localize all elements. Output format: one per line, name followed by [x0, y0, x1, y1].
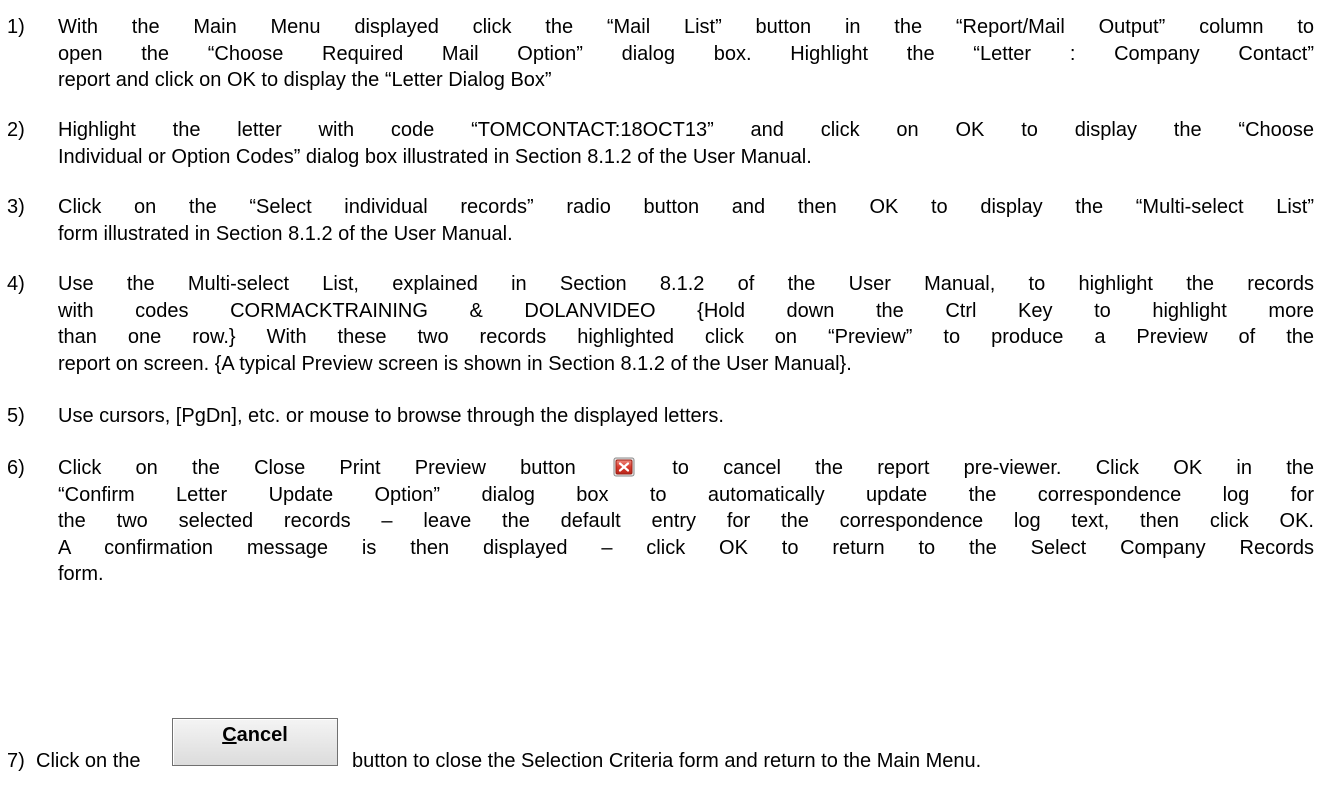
- text-line: report and click on OK to display the “L…: [58, 69, 552, 91]
- step-2: 2) Highlight the letter with code “TOMCO…: [0, 117, 1320, 170]
- step-text-after: button to close the Selection Criteria f…: [352, 748, 981, 775]
- text-segment: Click on the: [36, 750, 141, 772]
- text-line: Highlight the letter with code “TOMCONTA…: [58, 119, 1314, 141]
- step-number: 7): [7, 750, 25, 772]
- text-line: the two selected records – leave the def…: [58, 510, 1314, 532]
- close-icon: [613, 457, 635, 477]
- text-line: open the “Choose Required Mail Option” d…: [58, 42, 1314, 65]
- step-number: 1): [7, 16, 25, 38]
- step-number: 6): [7, 457, 25, 479]
- step-text: Click on the Close Print Preview button …: [58, 455, 1314, 588]
- text-line: Individual or Option Codes” dialog box i…: [58, 145, 812, 168]
- text-line: Use cursors, [PgDn], etc. or mouse to br…: [58, 405, 724, 427]
- text-line: with codes CORMACKTRAINING & DOLANVIDEO …: [58, 299, 1314, 322]
- text-line: report on screen. {A typical Preview scr…: [58, 352, 852, 375]
- step-text: Click on the: [36, 748, 141, 775]
- step-number: 5): [7, 405, 25, 427]
- step-text: Use the Multi-select List, explained in …: [58, 271, 1314, 377]
- text-line: A confirmation message is then displayed…: [58, 536, 1314, 559]
- step-3: 3) Click on the “Select individual recor…: [0, 194, 1320, 247]
- step-4: 4) Use the Multi-select List, explained …: [0, 271, 1320, 377]
- text-line: With the Main Menu displayed click the “…: [58, 16, 1314, 38]
- text-line: Click on the Close Print Preview button …: [58, 455, 1314, 482]
- text-line: form illustrated in Section 8.1.2 of the…: [58, 222, 513, 245]
- cancel-button-illustration: Cancel: [172, 718, 338, 766]
- step-text: Click on the “Select individual records”…: [58, 194, 1314, 247]
- step-number: 4): [7, 273, 25, 295]
- step-number: 2): [7, 119, 25, 141]
- step-6: 6) Click on the Close Print Preview butt…: [0, 455, 1320, 588]
- text-line: form.: [58, 563, 104, 585]
- step-1: 1) With the Main Menu displayed click th…: [0, 14, 1320, 94]
- step-text: Use cursors, [PgDn], etc. or mouse to br…: [58, 403, 1314, 430]
- step-text: With the Main Menu displayed click the “…: [58, 14, 1314, 94]
- close-print-preview-icon: [613, 457, 635, 477]
- step-number: 3): [7, 196, 25, 218]
- step-text: Highlight the letter with code “TOMCONTA…: [58, 117, 1314, 170]
- text-segment: button to close the Selection Criteria f…: [352, 750, 982, 772]
- cancel-button[interactable]: Cancel: [172, 718, 338, 766]
- step-5: 5) Use cursors, [PgDn], etc. or mouse to…: [0, 403, 1320, 430]
- text-line: “Confirm Letter Update Option” dialog bo…: [58, 483, 1314, 506]
- cancel-label: ancel: [236, 724, 288, 746]
- text-line: Use the Multi-select List, explained in …: [58, 273, 1314, 295]
- text-line: Click on the “Select individual records”…: [58, 196, 1314, 218]
- text-segment: Click on the Close Print Preview button: [58, 457, 576, 479]
- cancel-mnemonic: C: [222, 724, 237, 746]
- text-line: than one row.} With these two records hi…: [58, 326, 1314, 348]
- text-segment: to cancel the report pre-viewer. Click O…: [672, 457, 1314, 479]
